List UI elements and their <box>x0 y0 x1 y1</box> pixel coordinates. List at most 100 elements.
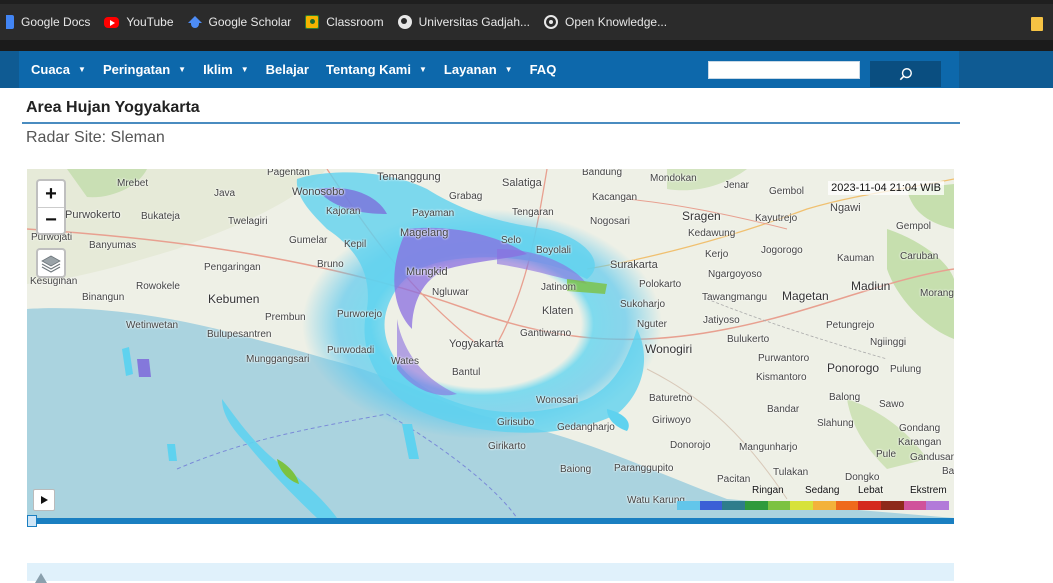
legend-swatch-8 <box>858 501 882 510</box>
map-label: Pulung <box>890 364 922 375</box>
map-label: Kerjo <box>705 249 729 260</box>
warning-icon <box>35 573 47 583</box>
legend-swatch-7 <box>835 501 859 510</box>
map-label: Dongko <box>845 472 880 483</box>
timeline-handle[interactable] <box>27 515 37 527</box>
bookmark-open-knowledge[interactable]: Open Knowledge... <box>538 8 675 36</box>
map-label: Gumelar <box>289 235 328 246</box>
bookmarks-bar: Google Docs YouTube Google Scholar Class… <box>0 0 1053 40</box>
map-label: Kauman <box>837 253 875 264</box>
caret-down-icon: ▼ <box>78 65 86 74</box>
map-label: Purwodadi <box>327 345 375 356</box>
layers-icon <box>41 255 61 273</box>
bookmark-google-scholar[interactable]: Google Scholar <box>182 8 300 36</box>
nav-item-iklim[interactable]: Iklim ▼ <box>203 62 249 77</box>
map-label: Morang <box>920 288 954 299</box>
bookmark-folder-icon[interactable] <box>1031 17 1043 31</box>
radar-timestamp: 2023-11-04 21:04 WIB <box>828 181 944 195</box>
map-label: Rowokele <box>136 281 180 292</box>
map-label: Tengaran <box>512 207 554 218</box>
map-label: Tawangmangu <box>702 292 768 303</box>
map-label: Wonosobo <box>292 186 345 198</box>
map-label: Kacangan <box>592 192 638 203</box>
bookmark-label: Universitas Gadjah... <box>418 15 530 29</box>
zoom-in-button[interactable]: + <box>38 181 64 207</box>
map-label: Kayutrejo <box>755 213 798 224</box>
map-label: Giriwoyo <box>652 415 691 426</box>
map-label: Salatiga <box>502 177 542 189</box>
map-label: Nguter <box>637 319 668 330</box>
bookmark-label: YouTube <box>126 15 174 29</box>
map-label: Nogosari <box>590 216 631 227</box>
map-label: Sragen <box>682 209 721 223</box>
map-label: Tulakan <box>773 467 809 478</box>
map-label: Mangunharjo <box>739 442 798 453</box>
map-label: Pule <box>876 449 897 460</box>
map-label: Kismantoro <box>756 372 807 383</box>
bookmark-google-docs[interactable]: Google Docs <box>0 8 98 36</box>
map-label: Jogorogo <box>761 245 803 256</box>
radar-map[interactable]: Pagentan Temanggung Salatiga Bandung Mon… <box>27 169 954 518</box>
bookmark-classroom[interactable]: Classroom <box>299 8 391 36</box>
map-label: Caruban <box>900 251 939 262</box>
map-label: Yogyakarta <box>449 338 504 350</box>
nav-item-label: Belajar <box>265 62 309 77</box>
nav-item-faq[interactable]: FAQ <box>530 62 557 77</box>
map-label: Pengaringan <box>204 262 261 273</box>
google-scholar-icon <box>187 15 202 29</box>
legend-swatch-11 <box>926 501 950 510</box>
map-label: Grabag <box>449 191 483 202</box>
legend-labels: Ringan Sedang Lebat Ekstrem <box>677 485 949 497</box>
nav-item-tentang-kami[interactable]: Tentang Kami ▼ <box>326 62 427 77</box>
map-label: Girikarto <box>488 441 526 452</box>
map-label: Gandusari <box>910 452 954 463</box>
layers-button[interactable] <box>36 248 66 278</box>
map-label: Girisubo <box>497 417 535 428</box>
map-label: Mrebet <box>117 178 149 189</box>
legend-swatch-1 <box>699 501 723 510</box>
site-header: Cuaca ▼ Peringatan ▼ Iklim ▼ Belajar Tentan… <box>0 40 1053 88</box>
classroom-icon <box>305 15 320 29</box>
map-label: Munggangsari <box>246 354 310 365</box>
nav-item-peringatan[interactable]: Peringatan ▼ <box>103 62 186 77</box>
search-button[interactable] <box>870 61 941 87</box>
bookmark-ugm[interactable]: Universitas Gadjah... <box>392 8 538 36</box>
zoom-out-button[interactable]: − <box>38 207 64 233</box>
map-label: Purwantoro <box>758 353 810 364</box>
nav-item-label: Iklim <box>203 62 233 77</box>
search-input[interactable] <box>708 61 860 79</box>
legend-label-ekstrem: Ekstrem <box>910 485 947 496</box>
map-label: Jatiyoso <box>703 315 740 326</box>
map-label: Wonosari <box>536 395 579 406</box>
map-label: Magetan <box>782 289 829 303</box>
map-label: Jatinom <box>541 282 577 293</box>
bookmark-label: Google Scholar <box>208 15 292 29</box>
map-label: Mondokan <box>650 173 697 184</box>
nav-item-cuaca[interactable]: Cuaca ▼ <box>31 62 86 77</box>
map-label: Bantul <box>452 367 481 378</box>
nav-item-layanan[interactable]: Layanan ▼ <box>444 62 513 77</box>
nav-item-label: Cuaca <box>31 62 71 77</box>
play-button[interactable] <box>33 489 55 511</box>
map-label: Jenar <box>724 180 750 191</box>
timeline-slider[interactable] <box>27 518 954 524</box>
map-label: Purworejo <box>337 309 383 320</box>
nav-item-belajar[interactable]: Belajar <box>266 62 309 77</box>
map-label: Twelagiri <box>228 216 268 227</box>
bookmark-youtube[interactable]: YouTube <box>98 8 181 36</box>
map-label: Gembol <box>769 186 805 197</box>
map-label: Madiun <box>851 279 891 293</box>
rain-legend: Ringan Sedang Lebat Ekstrem <box>677 485 950 515</box>
play-icon <box>41 496 48 504</box>
map-label: Klaten <box>542 305 574 317</box>
map-label: Kepil <box>344 239 367 250</box>
info-panel <box>27 563 954 583</box>
legend-swatch-9 <box>881 501 904 510</box>
main-navbar: Cuaca ▼ Peringatan ▼ Iklim ▼ Belajar Tentan… <box>19 51 959 88</box>
map-label: Gondang <box>899 423 941 434</box>
map-label: Binangun <box>82 292 125 303</box>
map-label: Balong <box>829 392 861 403</box>
map-label: Baturetno <box>649 393 693 404</box>
bookmark-label: Classroom <box>326 15 384 29</box>
legend-label-sedang: Sedang <box>805 485 840 496</box>
